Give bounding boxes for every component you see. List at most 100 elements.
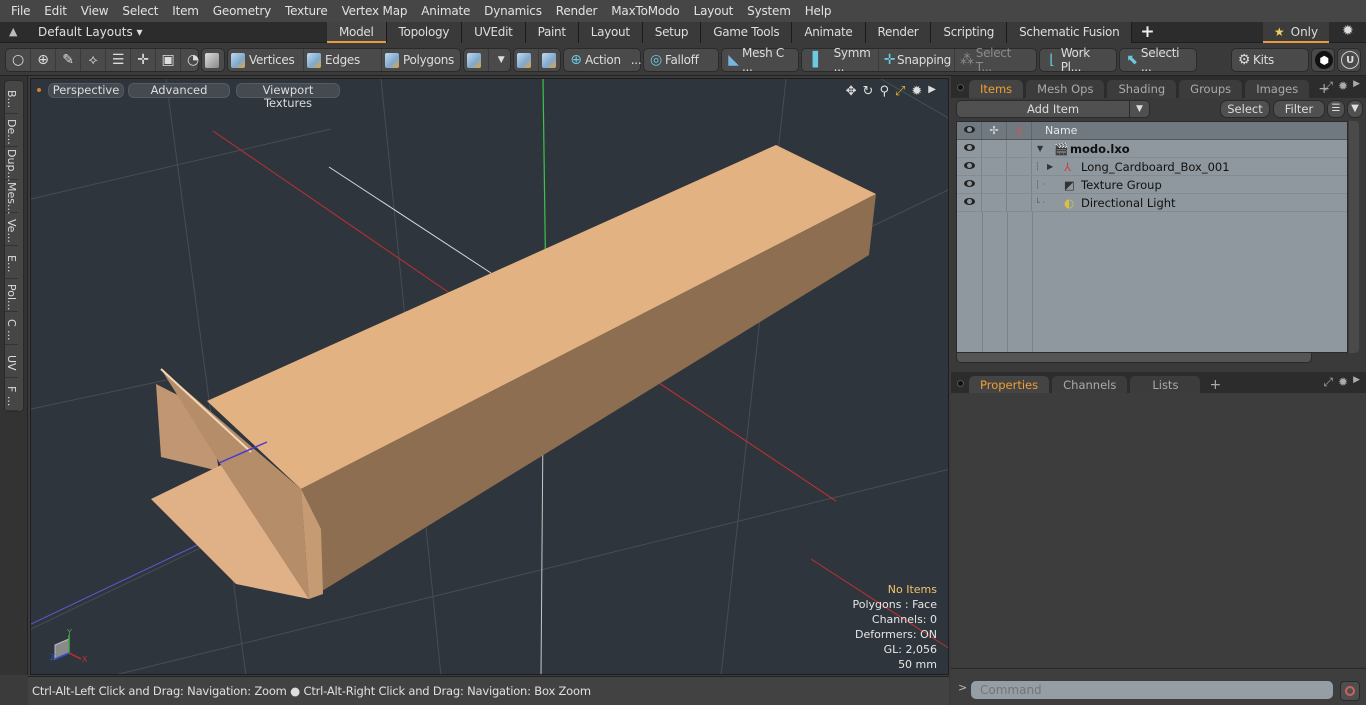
command-input[interactable] [971, 681, 1333, 699]
menu-select[interactable]: Select [115, 4, 165, 18]
maximize-panel-icon[interactable]: ⤢ [1323, 375, 1333, 390]
left-tab-curve[interactable]: C ... [5, 312, 18, 345]
zoom-magnifier-icon[interactable]: ⚲ [879, 84, 889, 99]
menu-maxtomodo[interactable]: MaxToModo [604, 4, 686, 18]
add-panel-tab-icon[interactable]: + [1203, 376, 1227, 394]
left-tab-uv[interactable]: UV [5, 345, 18, 378]
selection-sets-button[interactable]: ⬉ Selecti ... [1119, 46, 1197, 74]
visibility-column-header[interactable] [957, 122, 982, 139]
left-tab-mesh-edit[interactable]: Mes... [5, 180, 18, 214]
select-button[interactable]: Select [1220, 100, 1270, 118]
lock-cell[interactable] [982, 140, 1007, 157]
3d-viewport[interactable]: Perspective Advanced Viewport Textures ✥… [30, 78, 949, 675]
tab-groups[interactable]: Groups [1179, 80, 1243, 98]
left-tab-deform[interactable]: De... [5, 114, 18, 147]
add-tab-plus-icon[interactable]: + [1132, 22, 1162, 43]
tab-render[interactable]: Render [865, 22, 932, 43]
work-plane-button[interactable]: ⌊ Work Pl... [1039, 46, 1117, 74]
lock-cell[interactable] [982, 176, 1007, 193]
item-mode-button[interactable] [202, 49, 226, 71]
tab-paint[interactable]: Paint [525, 22, 579, 43]
panel-arrow-icon[interactable]: ▶ [1353, 79, 1360, 94]
tab-model[interactable]: Model [327, 22, 387, 43]
falloff[interactable]: ◎ Falloff [644, 49, 702, 71]
item-row-mesh[interactable]: ┆ ▶ ⅄ Long_Cardboard_Box_001 [957, 158, 1347, 176]
expand-arrow-icon[interactable]: ▶ [928, 84, 936, 99]
item-list-resize-handle[interactable] [956, 353, 1312, 363]
viewport-menu-dot[interactable] [37, 88, 41, 92]
panel-menu-dot[interactable] [957, 380, 964, 387]
expand-right-icon[interactable]: ▶ [1047, 158, 1053, 176]
filter-button[interactable]: Filter [1273, 100, 1325, 118]
action-center[interactable]: ⊕ Action... [564, 49, 644, 71]
item-row-scene[interactable]: ▼ 🎬 modo.lxo [957, 140, 1347, 158]
lock-cell[interactable] [982, 158, 1007, 175]
menu-edit[interactable]: Edit [37, 4, 73, 18]
tab-channels[interactable]: Channels [1052, 376, 1128, 394]
maximize-panel-icon[interactable]: ⤢ [1323, 79, 1333, 94]
left-tab-fusion[interactable]: F ... [5, 378, 18, 411]
item-row-light[interactable]: └ · ◐ Directional Light [957, 194, 1347, 212]
menu-layout[interactable]: Layout [687, 4, 741, 18]
tab-scripting[interactable]: Scripting [931, 22, 1008, 43]
symmetry-button[interactable]: ▐ Symm ... [802, 46, 879, 74]
expand-down-icon[interactable]: ▼ [1037, 140, 1043, 158]
lock-cell[interactable] [982, 194, 1007, 211]
item-row-texture-group[interactable]: ┆ · ◩ Texture Group [957, 176, 1347, 194]
tab-lists[interactable]: Lists [1130, 376, 1201, 394]
item-list-scrollbar[interactable] [1349, 121, 1359, 353]
pen-button[interactable]: ✎ [56, 49, 81, 71]
left-tab-basic[interactable]: B... [5, 81, 18, 114]
menu-animate[interactable]: Animate [414, 4, 477, 18]
advanced-button[interactable]: Advanced [128, 83, 230, 98]
visibility-toggle[interactable] [957, 194, 982, 211]
panel-gear-icon[interactable]: ✹ [1338, 375, 1348, 390]
list-options-icon[interactable]: ☰ [1327, 100, 1345, 118]
name-column-header[interactable]: Name [1032, 122, 1077, 139]
left-tab-polygon[interactable]: Pol... [5, 279, 18, 312]
select-through-button[interactable]: ⁂ Select T... [955, 46, 1033, 74]
kits-button[interactable]: ⚙ Kits [1231, 48, 1309, 72]
menu-texture[interactable]: Texture [278, 4, 335, 18]
lock-column-header[interactable]: ✢ [982, 122, 1007, 139]
panel-gear-icon[interactable]: ✹ [1338, 79, 1348, 94]
snapping-button[interactable]: ✛ Snapping [879, 49, 955, 71]
lasso-button[interactable]: ⟡ [81, 49, 106, 71]
visibility-toggle[interactable] [957, 158, 982, 175]
globe-button[interactable]: ⊕ [31, 49, 56, 71]
tab-layout[interactable]: Layout [578, 22, 643, 43]
modo-cube[interactable]: ⬢ [1312, 49, 1336, 71]
tab-setup[interactable]: Setup [642, 22, 702, 43]
viewport-gear-icon[interactable]: ✹ [911, 84, 922, 99]
pivot-button-1[interactable] [514, 49, 539, 71]
visibility-toggle[interactable] [957, 140, 982, 157]
modo-cube-button[interactable]: ⬢ [1311, 48, 1335, 72]
work-plane[interactable]: ⌊ Work Pl... [1040, 46, 1116, 74]
menu-render[interactable]: Render [549, 4, 605, 18]
collapse-arrow-icon[interactable]: ▲ [9, 25, 17, 38]
default-layouts-dropdown[interactable]: Default Layouts ▾ [38, 25, 143, 39]
cross-button[interactable]: ✛ [131, 49, 156, 71]
menu-file[interactable]: File [4, 4, 37, 18]
left-tab-vertex[interactable]: Ve... [5, 213, 18, 246]
left-tab-edge[interactable]: E... [5, 246, 18, 279]
visibility-toggle[interactable] [957, 176, 982, 193]
vertices-button[interactable]: Vertices [228, 49, 304, 71]
panel-menu-dot[interactable] [957, 84, 964, 91]
edges-button[interactable]: Edges [304, 49, 382, 71]
circle-select-button[interactable]: ○ [6, 49, 31, 71]
menu-help[interactable]: Help [798, 4, 839, 18]
stack-button[interactable]: ☰ [106, 49, 131, 71]
menu-dynamics[interactable]: Dynamics [477, 4, 549, 18]
pan-move-icon[interactable]: ✥ [846, 84, 857, 99]
tab-animate[interactable]: Animate [792, 22, 866, 43]
tab-mesh-ops[interactable]: Mesh Ops [1026, 80, 1105, 98]
tab-items[interactable]: Items [969, 80, 1024, 98]
unreal-button[interactable]: U [1337, 48, 1361, 72]
tab-properties[interactable]: Properties [969, 376, 1050, 394]
perspective-button[interactable]: Perspective [48, 83, 124, 98]
panel-arrow-icon[interactable]: ▶ [1353, 375, 1360, 390]
menu-item[interactable]: Item [165, 4, 206, 18]
pivot-button-2[interactable] [539, 49, 563, 71]
only-toggle[interactable]: ★ Only [1263, 22, 1329, 43]
